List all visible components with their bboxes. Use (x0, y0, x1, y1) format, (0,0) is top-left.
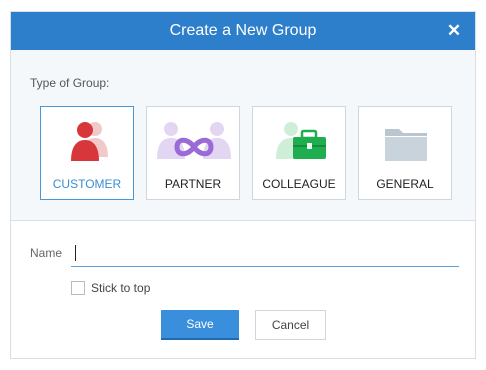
stick-to-top-label[interactable]: Stick to top (91, 281, 150, 295)
group-type-partner-card[interactable]: PARTNER (146, 106, 240, 200)
dialog-title: Create a New Group (169, 22, 317, 39)
partner-infinity-icon (157, 122, 231, 159)
name-label: Name (30, 246, 63, 260)
group-type-customer-label: CUSTOMER (52, 177, 122, 191)
group-type-section: Type of Group: CUSTOMER PARTNER COLLEAGU… (11, 50, 475, 221)
colleague-briefcase-icon (276, 122, 326, 159)
group-type-partner-label: PARTNER (164, 177, 222, 191)
text-cursor (75, 245, 76, 261)
customer-people-icon (71, 122, 108, 161)
group-type-general-label: GENERAL (376, 177, 434, 191)
group-type-colleague-card[interactable]: COLLEAGUE (252, 106, 346, 200)
general-folder-icon (385, 129, 427, 161)
group-type-colleague-label: COLLEAGUE (262, 177, 336, 191)
name-input[interactable] (71, 240, 459, 267)
close-icon[interactable]: ✕ (441, 18, 467, 44)
group-type-label: Type of Group: (30, 76, 110, 90)
save-button[interactable]: Save (161, 310, 239, 340)
dialog-header: Create a New Group ✕ (11, 12, 475, 50)
stick-to-top-checkbox[interactable] (71, 281, 85, 295)
cancel-button[interactable]: Cancel (255, 310, 326, 340)
group-type-general-card[interactable]: GENERAL (358, 106, 452, 200)
group-type-customer-card[interactable]: CUSTOMER (40, 106, 134, 200)
create-group-dialog: Create a New Group ✕ Type of Group: CUST… (10, 11, 476, 359)
